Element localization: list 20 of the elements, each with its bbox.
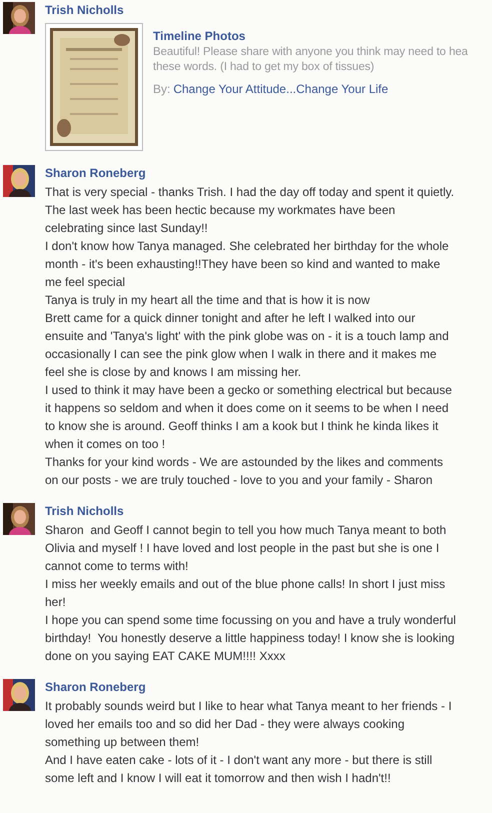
author-name[interactable]: Sharon Roneberg [45,165,146,181]
comment-text: That is very special - thanks Trish. I had the day off today and spent it quietly. The last week has been hectic because my workmates have been celebrating since last Sunday!! [45,184,456,237]
author-name[interactable]: Trish Nicholls [45,503,124,519]
author-name[interactable]: Trish Nicholls [45,2,124,18]
comment-text: I don't know how Tanya managed. She celebrated her birthday for the whole month - it's been exhausting!!They have been so kind and wanted to make me feel special [45,238,450,291]
by-label: By: [153,81,170,98]
comment-text: I used to think it may have been a gecko or something electrical but because it happens so seldom and when it does come on it seems to be when I need to know she is around. Geoff thinks I am a kook but I think he kinda likes it when it comes on too ! [45,382,453,453]
attachment-description: Beautiful! Please share with anyone you think may need to hea [153,45,468,60]
comment-text: I hope you can spend some time focussing on you and have a truly wonderful birthday! You honestly deserve a little happiness today! I know she is looking done on you saying EAT CAKE MUM!!!! Xxxx [45,612,457,665]
comment-text: I miss her weekly emails and out of the blue phone calls! In short I just miss her! [45,576,446,611]
page-link[interactable]: Change Your Attitude...Change Your Life [173,80,388,98]
comment-text: Brett came for a quick dinner tonight and after he left I walked into our ensuite and 'Tanya's light' with the pink globe was on - it is a touch lamp and occasionally I can see the pink glow when I walk in there and it makes me feel she is close by and knows I am missing her. [45,310,450,381]
attachment-description: these words. (I had to get my box of tissues) [153,60,376,75]
comment-text: And I have eaten cake - lots of it - I don't want any more - but there is still some left and I know I will eat it tomorrow and then wish I hadn't!! [45,752,434,787]
attachment-title[interactable]: Timeline Photos [153,27,246,45]
comment-text: Thanks for your kind words - We are astounded by the likes and comments on our posts - we are truly touched - love to you and your family - Sharon [45,454,444,489]
comment-text: Sharon and Geoff I cannot begin to tell you how much Tanya meant to both Olivia and myself ! I have loved and lost people in the past but she is one I cannot come to terms with! [45,522,448,575]
author-name[interactable]: Sharon Roneberg [45,679,146,695]
comment-text: It probably sounds weird but I like to hear what Tanya meant to her friends - I loved her emails too and so did her Dad - they were always cooking something up between them! [45,698,453,751]
comment-text: Tanya is truly in my heart all the time and that is how it is now [45,292,371,309]
